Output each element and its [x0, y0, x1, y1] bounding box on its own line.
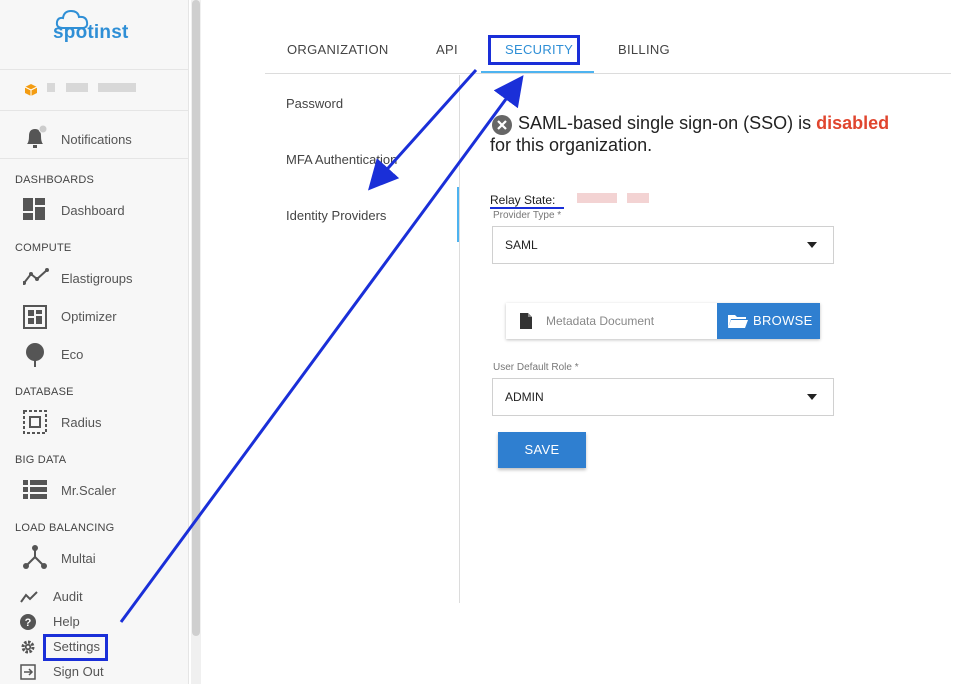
arrow-security-to-identity-providers [367, 68, 478, 191]
app-root: spotinst Notifications DASHBOARDS Dashbo… [0, 0, 955, 684]
annotation-arrows [119, 68, 524, 623]
arrow-settings-to-security [119, 75, 524, 623]
